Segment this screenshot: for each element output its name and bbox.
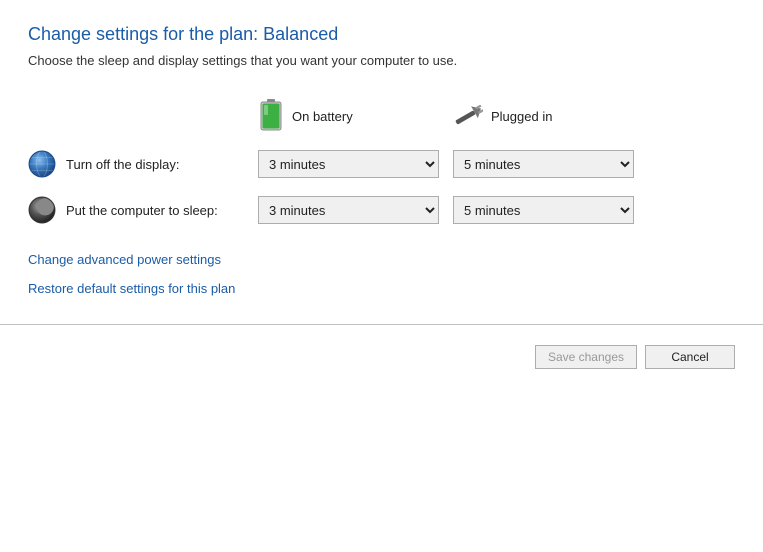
dropdown-battery-sleep[interactable]: 1 minute2 minutes3 minutes5 minutes10 mi…: [258, 196, 439, 224]
divider: [0, 324, 763, 325]
column-headers: On battery Plugged in: [258, 98, 735, 134]
plugged-column-header: Plugged in: [453, 105, 648, 127]
setting-label-sleep: Put the computer to sleep:: [66, 203, 258, 218]
plug-icon: [453, 105, 483, 127]
links-section: Change advanced power settings Restore d…: [28, 252, 735, 296]
button-row: Save changes Cancel: [28, 341, 735, 369]
sleep-icon: [28, 196, 56, 224]
cancel-button[interactable]: Cancel: [645, 345, 735, 369]
page-subtitle: Choose the sleep and display settings th…: [28, 53, 735, 68]
battery-icon: [258, 98, 284, 134]
dropdown-plugged-display[interactable]: 1 minute2 minutes3 minutes5 minutes10 mi…: [453, 150, 634, 178]
settings-container: Turn off the display: 1 minute2 minutes3…: [28, 150, 735, 224]
battery-label: On battery: [292, 109, 353, 124]
plugged-label: Plugged in: [491, 109, 552, 124]
advanced-power-link[interactable]: Change advanced power settings: [28, 252, 735, 267]
page-title: Change settings for the plan: Balanced: [28, 24, 735, 45]
display-icon: [28, 150, 56, 178]
battery-column-header: On battery: [258, 98, 453, 134]
setting-row-sleep: Put the computer to sleep: 1 minute2 min…: [28, 196, 735, 224]
dropdowns-display: 1 minute2 minutes3 minutes5 minutes10 mi…: [258, 150, 634, 178]
dropdowns-sleep: 1 minute2 minutes3 minutes5 minutes10 mi…: [258, 196, 634, 224]
restore-defaults-link[interactable]: Restore default settings for this plan: [28, 281, 735, 296]
dropdown-plugged-sleep[interactable]: 1 minute2 minutes3 minutes5 minutes10 mi…: [453, 196, 634, 224]
setting-row-display: Turn off the display: 1 minute2 minutes3…: [28, 150, 735, 178]
dropdown-battery-display[interactable]: 1 minute2 minutes3 minutes5 minutes10 mi…: [258, 150, 439, 178]
save-button[interactable]: Save changes: [535, 345, 637, 369]
setting-label-display: Turn off the display:: [66, 157, 258, 172]
